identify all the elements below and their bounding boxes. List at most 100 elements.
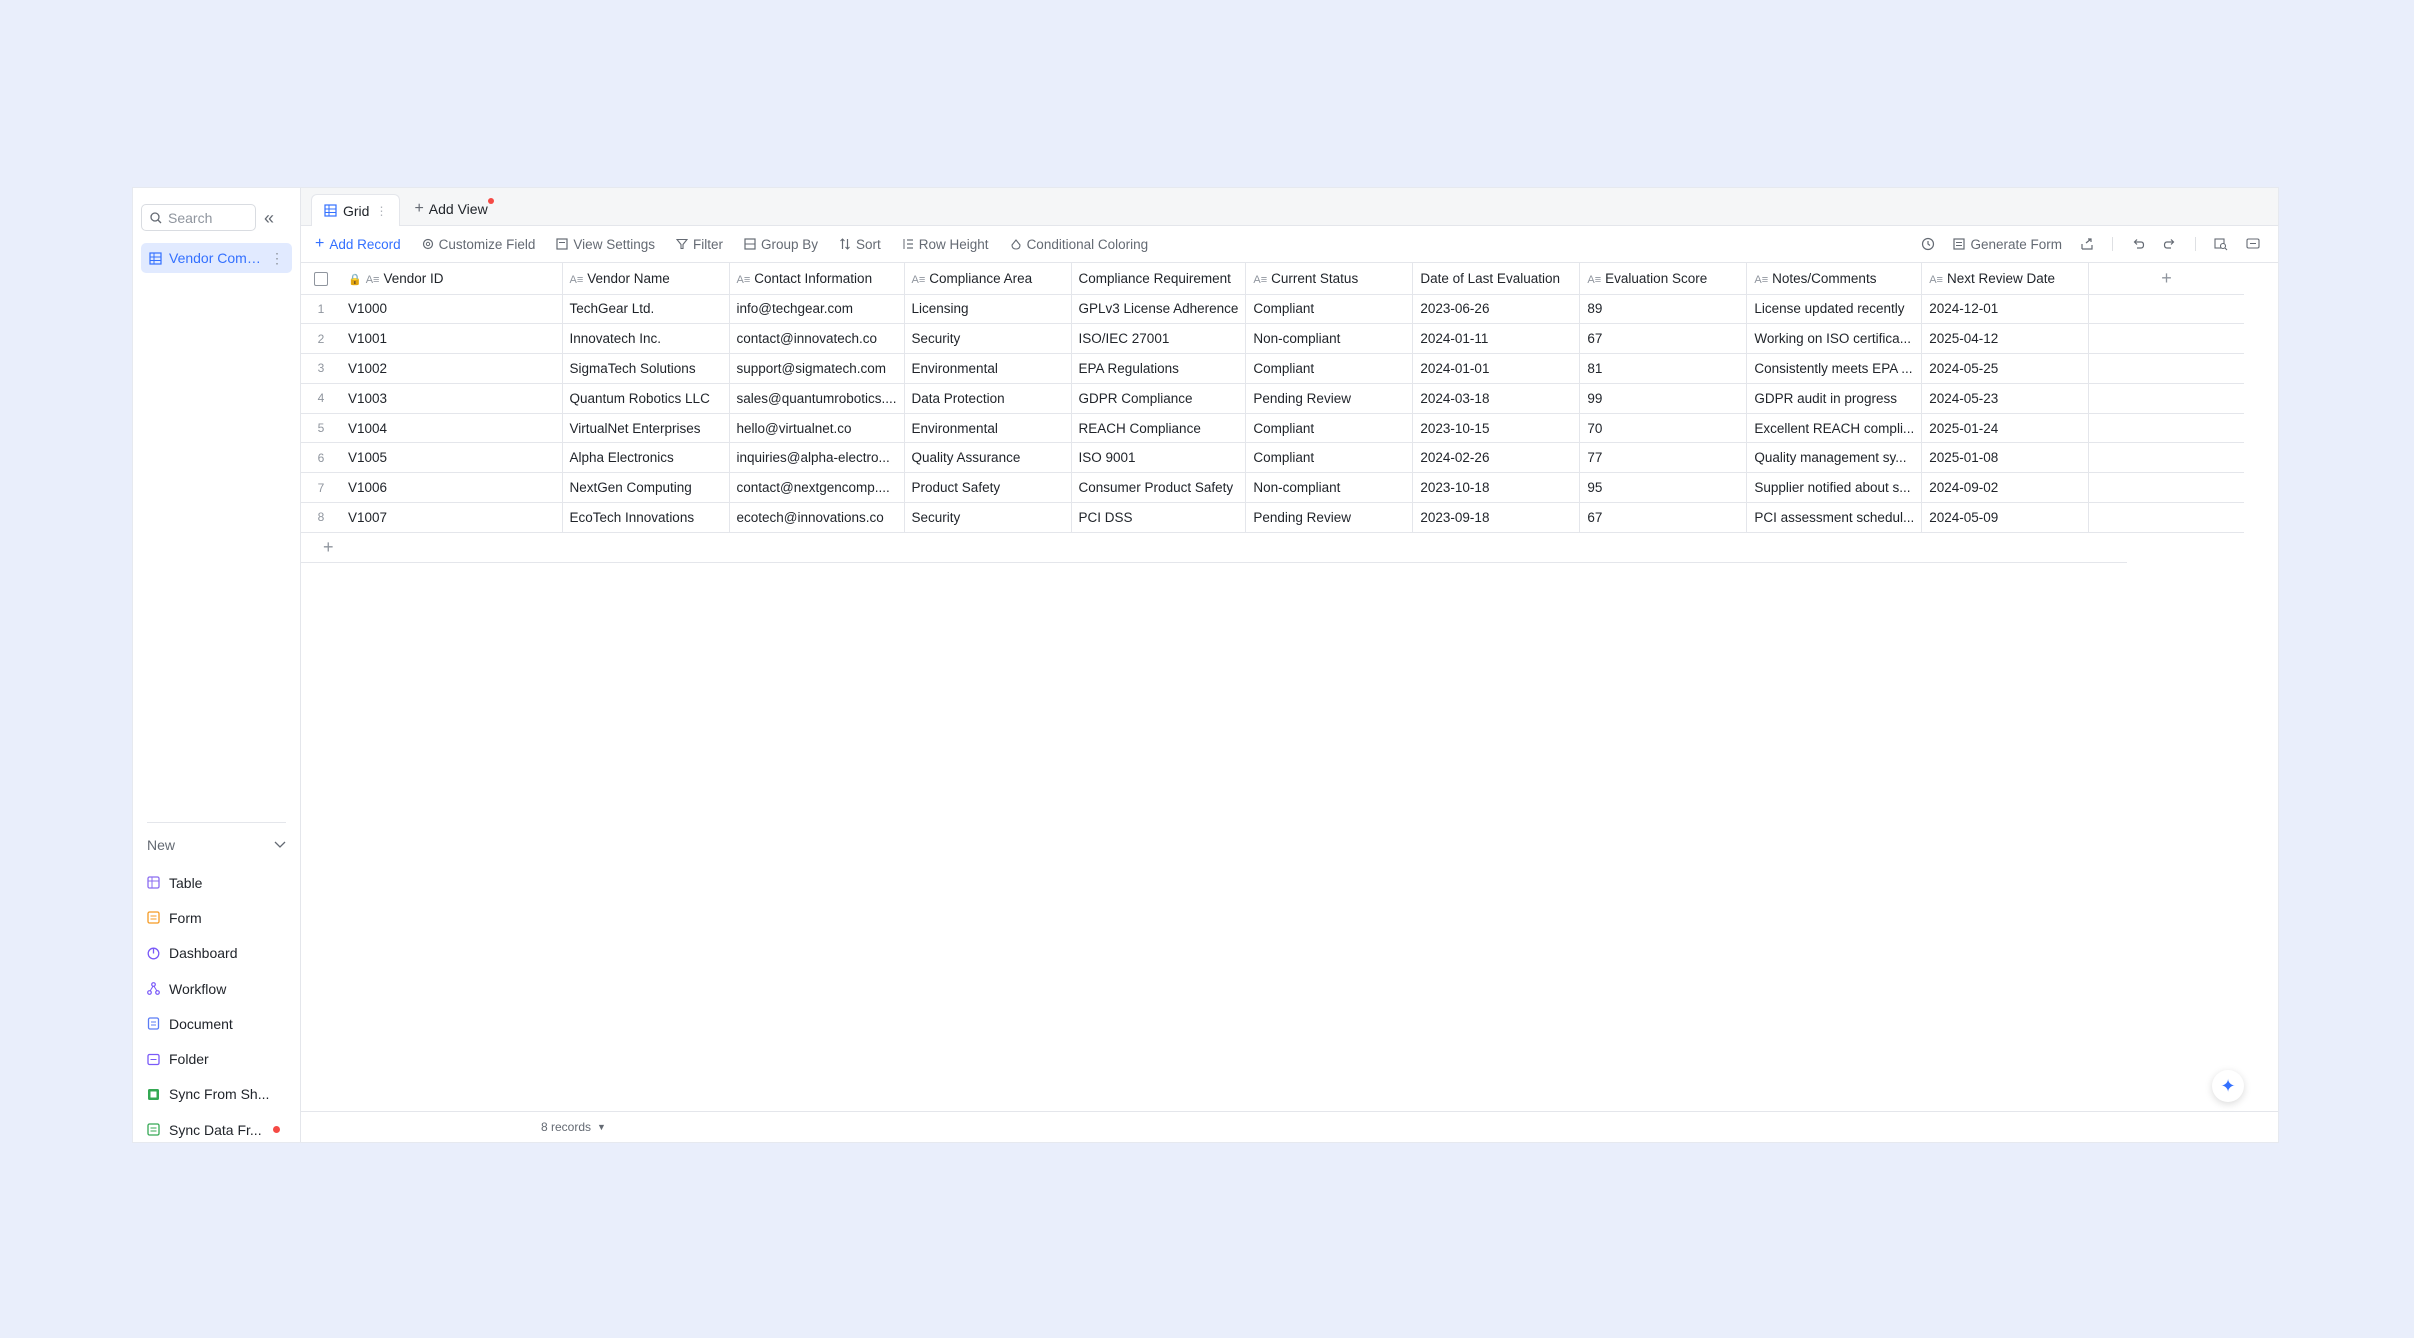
table-cell[interactable]: 67 (1579, 502, 1748, 533)
table-cell[interactable]: Product Safety (904, 472, 1072, 504)
table-cell[interactable]: EPA Regulations (1071, 353, 1247, 384)
table-cell[interactable]: PCI DSS (1071, 502, 1247, 533)
table-row[interactable]: 8 V1007 EcoTech Innovations ecotech@innovat… (301, 502, 2244, 533)
table-cell[interactable]: V1000 (341, 294, 563, 325)
add-record-button[interactable]: + Add Record (315, 235, 401, 253)
table-cell[interactable]: V1003 (341, 383, 563, 414)
table-cell[interactable]: hello@virtualnet.co (729, 413, 905, 444)
new-header[interactable]: New (147, 822, 286, 857)
table-cell[interactable]: Compliant (1245, 353, 1414, 384)
table-cell[interactable]: 99 (1579, 383, 1748, 414)
table-row[interactable]: 6 V1005 Alpha Electronics inquiries@alpha-e… (301, 442, 2244, 474)
column-header-compliance-area[interactable]: A≡ Compliance Area (904, 263, 1072, 295)
undo-icon[interactable] (2131, 237, 2145, 251)
table-row[interactable]: 1 V1000 TechGear Ltd. info@techgear.com Lice… (301, 294, 2244, 325)
table-cell[interactable]: info@techgear.com (729, 294, 905, 325)
table-cell[interactable]: 2025-01-24 (1921, 413, 2090, 444)
table-row[interactable]: 3 V1002 SigmaTech Solutions support@sigmate… (301, 353, 2244, 384)
table-cell[interactable]: Consumer Product Safety (1071, 472, 1247, 504)
table-cell[interactable]: V1001 (341, 323, 563, 355)
table-cell[interactable]: 2023-10-15 (1412, 413, 1581, 444)
filter-button[interactable]: Filter (675, 237, 723, 252)
table-cell[interactable]: V1006 (341, 472, 563, 504)
select-all-checkbox[interactable] (314, 271, 328, 286)
new-item-document[interactable]: Document (133, 1006, 300, 1041)
table-row[interactable]: 5 V1004 VirtualNet Enterprises hello@virtua… (301, 413, 2244, 444)
table-cell[interactable]: 89 (1579, 294, 1748, 325)
table-cell[interactable]: sales@quantumrobotics.... (729, 383, 905, 414)
column-header-vendor-id[interactable]: 🔒 A≡ Vendor ID (341, 263, 563, 295)
table-cell[interactable]: Security (904, 323, 1072, 355)
tab-grid[interactable]: Grid ⋮ (311, 194, 401, 226)
customize-field-button[interactable]: Customize Field (422, 237, 535, 252)
table-cell[interactable]: Supplier notified about s... (1746, 472, 1923, 504)
table-cell[interactable]: License updated recently (1746, 294, 1923, 325)
new-item-workflow[interactable]: Workflow (133, 971, 300, 1006)
column-header-date-of-last-evaluation[interactable]: Date of Last Evaluation (1412, 263, 1581, 295)
table-cell[interactable]: Data Protection (904, 383, 1072, 414)
table-cell[interactable]: ecotech@innovations.co (729, 502, 905, 533)
table-cell[interactable]: inquiries@alpha-electro... (729, 442, 905, 474)
table-cell[interactable]: Compliant (1245, 413, 1414, 444)
table-cell[interactable]: Quantum Robotics LLC (562, 383, 730, 414)
table-cell[interactable]: 2023-09-18 (1412, 502, 1581, 533)
table-cell[interactable]: 2024-03-18 (1412, 383, 1581, 414)
table-row[interactable]: 7 V1006 NextGen Computing contact@nextgenco… (301, 472, 2244, 504)
table-cell[interactable]: PCI assessment schedul... (1746, 502, 1923, 533)
table-cell[interactable]: Non-compliant (1245, 323, 1414, 355)
table-cell[interactable]: 2024-09-02 (1921, 472, 2090, 504)
table-cell[interactable]: Non-compliant (1245, 472, 1414, 504)
table-cell[interactable]: Innovatech Inc. (562, 323, 730, 355)
generate-form-button[interactable]: Generate Form (1953, 237, 2062, 252)
table-cell[interactable]: 2025-01-08 (1921, 442, 2090, 474)
table-cell[interactable]: Licensing (904, 294, 1072, 325)
redo-icon[interactable] (2163, 237, 2177, 251)
table-cell[interactable]: Consistently meets EPA ... (1746, 353, 1923, 384)
table-cell[interactable]: 2024-05-25 (1921, 353, 2090, 384)
add-row-button[interactable]: + (301, 533, 2127, 563)
new-item-folder[interactable]: Folder (133, 1041, 300, 1076)
table-cell[interactable]: V1007 (341, 502, 563, 533)
row-height-button[interactable]: Row Height (902, 237, 989, 252)
add-column-button[interactable]: + (2088, 263, 2244, 295)
table-cell[interactable]: 2024-01-01 (1412, 353, 1581, 384)
new-item-dashboard[interactable]: Dashboard (133, 936, 300, 971)
table-cell[interactable]: Quality Assurance (904, 442, 1072, 474)
add-view-button[interactable]: + Add View (400, 193, 501, 225)
table-row[interactable]: 4 V1003 Quantum Robotics LLC sales@quantumr… (301, 383, 2244, 414)
table-cell[interactable]: ISO/IEC 27001 (1071, 323, 1247, 355)
table-cell[interactable]: 2024-02-26 (1412, 442, 1581, 474)
column-header-next-review-date[interactable]: A≡ Next Review Date (1921, 263, 2090, 295)
table-cell[interactable]: V1002 (341, 353, 563, 384)
table-cell[interactable]: Environmental (904, 413, 1072, 444)
table-cell[interactable]: Excellent REACH compli... (1746, 413, 1923, 444)
new-item-sync-from-sheet[interactable]: Sync From Sh... (133, 1077, 300, 1112)
table-cell[interactable]: 67 (1579, 323, 1748, 355)
comment-icon[interactable] (2246, 237, 2260, 251)
records-count[interactable]: 8 records (541, 1120, 591, 1134)
table-cell[interactable]: NextGen Computing (562, 472, 730, 504)
more-vertical-icon[interactable]: ⋮ (375, 204, 387, 218)
table-cell[interactable]: 2024-12-01 (1921, 294, 2090, 325)
table-cell[interactable]: 81 (1579, 353, 1748, 384)
table-cell[interactable]: GDPR audit in progress (1746, 383, 1923, 414)
table-cell[interactable]: 95 (1579, 472, 1748, 504)
column-header-compliance-requirement[interactable]: Compliance Requirement (1071, 263, 1247, 295)
table-cell[interactable]: VirtualNet Enterprises (562, 413, 730, 444)
table-cell[interactable]: REACH Compliance (1071, 413, 1247, 444)
search-input[interactable]: Search (141, 204, 256, 231)
more-vertical-icon[interactable]: ⋮ (270, 250, 284, 267)
table-row[interactable]: 2 V1001 Innovatech Inc. contact@innovatech.… (301, 323, 2244, 355)
new-item-form[interactable]: Form (133, 900, 300, 935)
table-cell[interactable]: contact@innovatech.co (729, 323, 905, 355)
table-cell[interactable]: V1005 (341, 442, 563, 474)
table-cell[interactable]: Compliant (1245, 294, 1414, 325)
caret-down-icon[interactable]: ▼ (597, 1122, 606, 1132)
new-item-sync-data-from[interactable]: Sync Data Fr... (133, 1112, 300, 1147)
table-cell[interactable]: Working on ISO certifica... (1746, 323, 1923, 355)
share-icon[interactable] (2080, 237, 2094, 251)
ai-assistant-button[interactable]: ✦ (2212, 1070, 2244, 1102)
table-cell[interactable]: TechGear Ltd. (562, 294, 730, 325)
select-all-cell[interactable] (301, 263, 341, 295)
table-cell[interactable]: 2023-10-18 (1412, 472, 1581, 504)
